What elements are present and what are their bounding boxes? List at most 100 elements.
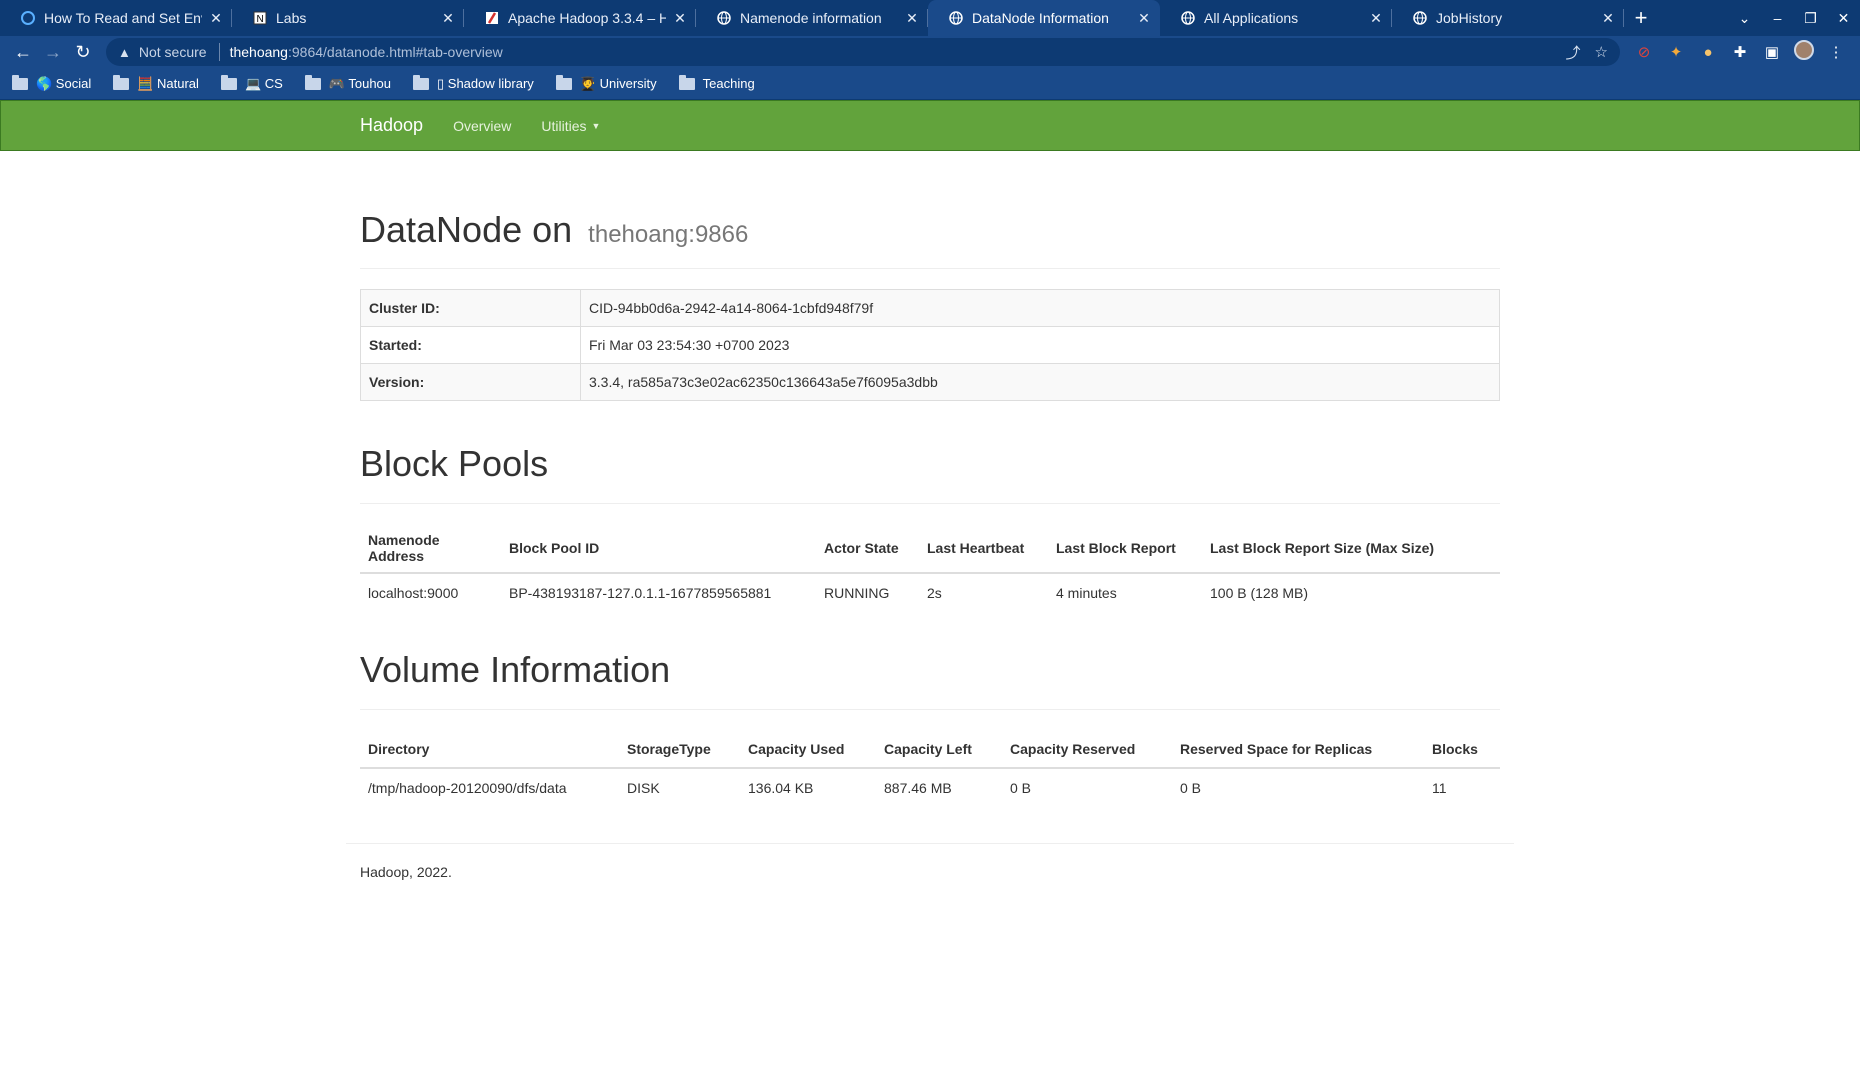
bookmark-label: 🌎 Social — [36, 75, 92, 91]
folder-icon — [678, 74, 695, 90]
overview-value: Fri Mar 03 23:54:30 +0700 2023 — [580, 326, 1500, 364]
folder-icon — [12, 74, 28, 90]
globe-icon — [716, 10, 732, 26]
bookmark-folder[interactable]: 🧑‍🎓 University — [555, 74, 657, 92]
table-cell: 4 minutes — [1048, 572, 1202, 611]
table-cell: 11 — [1424, 767, 1500, 806]
forward-icon[interactable]: → — [38, 37, 68, 67]
volume-info-table: Directory StorageType Capacity Used Capa… — [360, 730, 1500, 806]
overview-key: Started: — [360, 326, 581, 364]
column-header: StorageType — [619, 730, 740, 769]
close-icon[interactable]: ✕ — [672, 10, 688, 26]
bookmark-star-icon[interactable]: ☆ — [1595, 43, 1608, 61]
browser-tab[interactable]: JobHistory ✕ — [1392, 0, 1624, 36]
table-cell: 0 B — [1172, 767, 1424, 806]
table-cell: 136.04 KB — [740, 767, 876, 806]
bookmark-folder[interactable]: Teaching — [678, 74, 755, 91]
apache-feather-icon — [484, 10, 500, 26]
overview-value: CID-94bb0d6a-2942-4a14-8064-1cbfd948f79f — [580, 289, 1500, 327]
menu-icon[interactable]: ⋮ — [1820, 43, 1852, 61]
block-pools-table: Namenode Address Block Pool ID Actor Sta… — [360, 524, 1500, 611]
footer-text: Hadoop, 2022. — [360, 864, 452, 880]
folder-icon — [555, 74, 572, 90]
page-header: DataNode on thehoang:9866 — [360, 209, 1500, 269]
column-header: Actor State — [816, 524, 919, 574]
column-header: Directory — [360, 730, 619, 769]
new-tab-button[interactable]: + — [1624, 0, 1658, 36]
table-header-row: Namenode Address Block Pool ID Actor Sta… — [360, 524, 1500, 574]
table-header-row: Directory StorageType Capacity Used Capa… — [360, 730, 1500, 769]
overview-value: 3.3.4, ra585a73c3e02ac62350c136643a5e7f6… — [580, 363, 1500, 401]
browser-tab[interactable]: Namenode information ✕ — [696, 0, 928, 36]
column-header: Block Pool ID — [501, 524, 816, 574]
bookmark-folder[interactable]: ▯ Shadow library — [413, 74, 534, 92]
close-icon[interactable]: ✕ — [1368, 10, 1384, 26]
url-host[interactable]: thehoang — [230, 44, 288, 60]
globe-blue-icon — [20, 10, 36, 26]
address-bar[interactable]: ▲ Not secure thehoang:9864/datanode.html… — [106, 38, 1620, 66]
url-path[interactable]: :9864/datanode.html#tab-overview — [288, 44, 503, 60]
tab-title: All Applications — [1204, 10, 1299, 26]
minimize-icon[interactable]: – — [1761, 10, 1794, 26]
column-header: Last Heartbeat — [919, 524, 1048, 574]
warning-icon[interactable]: ▲ — [118, 45, 131, 60]
extension-icon[interactable]: ● — [1692, 44, 1724, 61]
tab-title: DataNode Information — [972, 10, 1109, 26]
bookmark-label: Teaching — [702, 76, 755, 91]
column-header: Last Block Report Size (Max Size) — [1202, 524, 1500, 574]
browser-tab[interactable]: N Labs ✕ — [232, 0, 464, 36]
notion-icon: N — [252, 10, 268, 26]
puzzle-icon[interactable]: ✚ — [1724, 43, 1756, 61]
overview-key: Cluster ID: — [360, 289, 581, 327]
column-header: Capacity Used — [740, 730, 876, 769]
profile-avatar[interactable] — [1788, 40, 1820, 64]
browser-toolbar: ← → ↻ ▲ Not secure thehoang:9864/datanod… — [0, 36, 1860, 68]
bookmark-folder[interactable]: 💻 CS — [220, 74, 283, 92]
block-pools-heading: Block Pools — [360, 443, 1500, 504]
globe-icon — [1180, 10, 1196, 26]
tab-title: Apache Hadoop 3.3.4 – Hado — [508, 10, 666, 26]
share-icon[interactable]: ⤴ — [1566, 42, 1581, 63]
table-row: Version: 3.3.4, ra585a73c3e02ac62350c136… — [360, 363, 1500, 401]
column-header: Blocks — [1424, 730, 1500, 769]
datanode-host: thehoang:9866 — [588, 221, 749, 248]
browser-tab[interactable]: Apache Hadoop 3.3.4 – Hado ✕ — [464, 0, 696, 36]
bookmark-folder[interactable]: 🎮 Touhou — [304, 74, 391, 92]
reload-icon[interactable]: ↻ — [68, 37, 98, 67]
navbar-brand[interactable]: Hadoop — [360, 115, 423, 136]
nav-overview-link[interactable]: Overview — [453, 118, 511, 134]
table-cell: 887.46 MB — [876, 767, 1002, 806]
extensions-area: ⊘ ✦ ● ✚ ▣ ⋮ — [1628, 40, 1852, 64]
page-title: DataNode on thehoang:9866 — [360, 209, 1500, 251]
bookmark-folder[interactable]: 🌎 Social — [12, 74, 92, 92]
close-icon[interactable]: ✕ — [1600, 10, 1616, 26]
block-extension-icon[interactable]: ⊘ — [1628, 43, 1660, 61]
browser-tab-active[interactable]: DataNode Information ✕ — [928, 0, 1160, 36]
restore-icon[interactable]: ❐ — [1794, 10, 1827, 27]
close-icon[interactable]: ✕ — [208, 10, 224, 26]
tab-strip: How To Read and Set Enviro ✕ N Labs ✕ Ap… — [0, 0, 1860, 36]
browser-tab[interactable]: All Applications ✕ — [1160, 0, 1392, 36]
extension-icon[interactable]: ✦ — [1660, 43, 1692, 61]
table-cell: 2s — [919, 572, 1048, 611]
close-icon[interactable]: ✕ — [904, 10, 920, 26]
tab-title: Labs — [276, 10, 307, 26]
security-label[interactable]: Not secure — [139, 44, 207, 60]
close-icon[interactable]: ✕ — [440, 10, 456, 26]
bookmark-label: 🧮 Natural — [137, 75, 199, 91]
back-icon[interactable]: ← — [8, 37, 38, 67]
overview-table: Cluster ID: CID-94bb0d6a-2942-4a14-8064-… — [360, 289, 1500, 401]
tab-title: Namenode information — [740, 10, 882, 26]
tab-search-icon[interactable]: ⌄ — [1728, 10, 1761, 27]
nav-utilities-dropdown[interactable]: Utilities ▼ — [541, 118, 600, 134]
folder-icon — [113, 74, 130, 90]
close-icon[interactable]: ✕ — [1136, 10, 1152, 26]
window-controls: ⌄ – ❐ ✕ — [1728, 0, 1860, 36]
browser-chrome: How To Read and Set Enviro ✕ N Labs ✕ Ap… — [0, 0, 1860, 100]
side-panel-icon[interactable]: ▣ — [1756, 43, 1788, 61]
browser-tab[interactable]: How To Read and Set Enviro ✕ — [0, 0, 232, 36]
bookmark-folder[interactable]: 🧮 Natural — [113, 74, 199, 92]
page-title-text: DataNode on — [360, 209, 573, 250]
close-window-icon[interactable]: ✕ — [1827, 10, 1860, 27]
page-content: DataNode on thehoang:9866 Cluster ID: CI… — [360, 209, 1500, 806]
